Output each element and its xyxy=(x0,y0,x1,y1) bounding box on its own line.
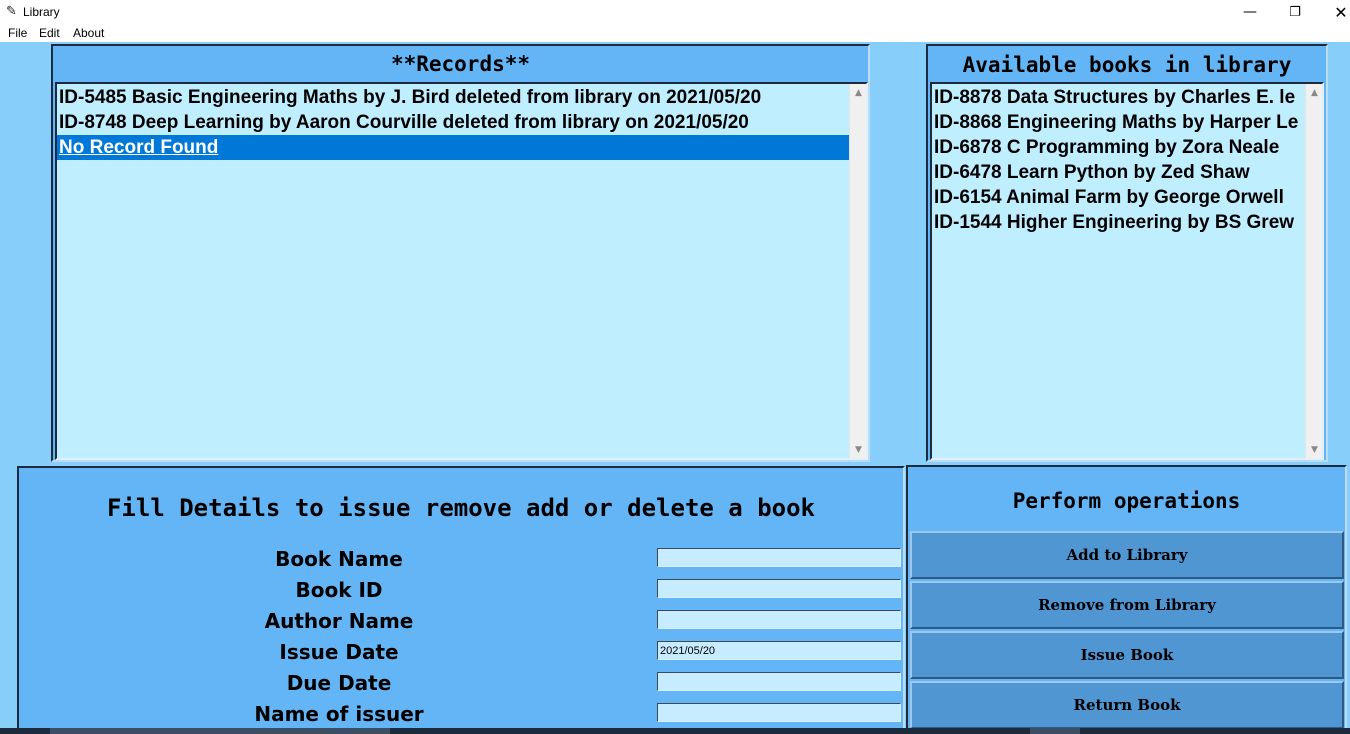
author-name-label: Author Name xyxy=(264,609,414,633)
form-heading: Fill Details to issue remove add or dele… xyxy=(106,494,815,522)
remove-from-library-button[interactable]: Remove from Library xyxy=(910,581,1344,629)
menu-edit[interactable]: Edit xyxy=(39,26,60,40)
book-details-form: Fill Details to issue remove add or dele… xyxy=(17,466,905,734)
due-date-field[interactable] xyxy=(657,672,901,691)
book-name-label: Book Name xyxy=(275,547,403,571)
taskbar-item[interactable] xyxy=(1030,728,1080,734)
records-panel: **Records** ID-5485 Basic Engineering Ma… xyxy=(51,44,870,462)
book-id-field[interactable] xyxy=(657,579,901,598)
taskbar xyxy=(0,728,1350,734)
menu-about[interactable]: About xyxy=(73,26,104,40)
title-bar: ✎ Library — ❐ ✕ xyxy=(0,0,1350,24)
issue-book-button[interactable]: Issue Book xyxy=(910,631,1344,679)
issuer-name-field[interactable] xyxy=(657,703,901,722)
records-heading: **Records** xyxy=(390,52,531,76)
scroll-down-icon[interactable]: ▼ xyxy=(850,441,866,458)
records-listbox[interactable]: ID-5485 Basic Engineering Maths by J. Bi… xyxy=(55,82,868,460)
book-list-item[interactable]: ID-8868 Engineering Maths by Harper Le xyxy=(932,110,1307,135)
book-name-field[interactable] xyxy=(657,548,901,567)
scroll-down-icon[interactable]: ▼ xyxy=(1306,441,1322,458)
book-list-item[interactable]: ID-1544 Higher Engineering by BS Grew xyxy=(932,210,1307,235)
issue-date-label: Issue Date xyxy=(279,640,399,664)
record-list-item[interactable]: ID-5485 Basic Engineering Maths by J. Bi… xyxy=(57,85,866,110)
books-panel: Available books in library ID-8878 Data … xyxy=(926,44,1328,462)
operations-panel: Perform operations Add to Library Remove… xyxy=(906,465,1347,734)
window-title: Library xyxy=(23,5,60,19)
author-name-field[interactable] xyxy=(657,610,901,629)
records-scrollbar[interactable]: ▲ ▼ xyxy=(849,84,866,458)
record-list-item[interactable]: ID-8748 Deep Learning by Aaron Courville… xyxy=(57,110,866,135)
book-list-item[interactable]: ID-6154 Animal Farm by George Orwell xyxy=(932,185,1307,210)
book-id-label: Book ID xyxy=(295,578,383,602)
minimize-button[interactable]: — xyxy=(1227,0,1273,24)
issue-date-field[interactable] xyxy=(657,641,901,660)
books-heading: Available books in library xyxy=(962,53,1292,77)
record-list-item[interactable]: No Record Found xyxy=(57,135,849,160)
menu-bar: File Edit About xyxy=(0,24,1350,42)
issuer-name-label: Name of issuer xyxy=(254,702,424,726)
add-to-library-button[interactable]: Add to Library xyxy=(910,531,1344,579)
feather-icon: ✎ xyxy=(6,4,17,19)
close-button[interactable]: ✕ xyxy=(1318,0,1350,24)
operations-heading: Perform operations xyxy=(1012,489,1241,513)
taskbar-item[interactable] xyxy=(50,728,390,734)
scroll-up-icon[interactable]: ▲ xyxy=(850,84,866,101)
maximize-button[interactable]: ❐ xyxy=(1272,0,1318,24)
return-book-button[interactable]: Return Book xyxy=(910,681,1344,729)
book-list-item[interactable]: ID-8878 Data Structures by Charles E. le xyxy=(932,85,1307,110)
due-date-label: Due Date xyxy=(286,671,392,695)
books-scrollbar[interactable]: ▲ ▼ xyxy=(1305,84,1322,458)
book-list-item[interactable]: ID-6478 Learn Python by Zed Shaw xyxy=(932,160,1307,185)
books-listbox[interactable]: ID-8878 Data Structures by Charles E. le… xyxy=(930,82,1324,460)
book-list-item[interactable]: ID-6878 C Programming by Zora Neale xyxy=(932,135,1307,160)
scroll-up-icon[interactable]: ▲ xyxy=(1306,84,1322,101)
menu-file[interactable]: File xyxy=(8,26,27,40)
